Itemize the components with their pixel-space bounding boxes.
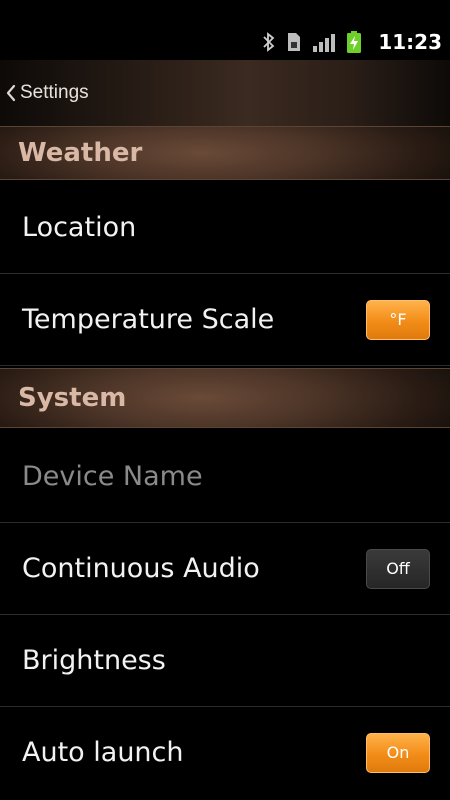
setting-label: Continuous Audio bbox=[22, 553, 260, 584]
section-label: Weather bbox=[18, 138, 143, 168]
auto-launch-toggle[interactable]: On bbox=[366, 732, 430, 773]
continuous-audio-toggle[interactable]: Off bbox=[366, 548, 430, 589]
setting-label: Temperature Scale bbox=[22, 304, 275, 335]
setting-label: Location bbox=[22, 212, 137, 243]
setting-row-device-name[interactable]: Device Name bbox=[0, 431, 450, 523]
status-bar: 11:23 bbox=[0, 0, 450, 60]
setting-label: Auto launch bbox=[22, 737, 184, 768]
signal-strength-icon bbox=[312, 31, 336, 53]
status-icons: 11:23 bbox=[262, 28, 442, 56]
chevron-left-icon[interactable] bbox=[6, 84, 16, 102]
sim-card-icon bbox=[286, 31, 302, 53]
bluetooth-icon bbox=[262, 32, 276, 52]
temperature-scale-toggle[interactable]: °F bbox=[366, 299, 430, 340]
back-bar[interactable]: Settings bbox=[0, 60, 450, 127]
back-label[interactable]: Settings bbox=[20, 82, 89, 104]
setting-label: Brightness bbox=[22, 645, 166, 676]
section-header-system: System bbox=[0, 368, 450, 428]
status-clock: 11:23 bbox=[378, 30, 442, 54]
settings-screen: 11:23 Settings Weather Location Temperat… bbox=[0, 0, 450, 800]
setting-row-location[interactable]: Location bbox=[0, 182, 450, 274]
setting-row-continuous-audio[interactable]: Continuous Audio Off bbox=[0, 523, 450, 615]
battery-charging-icon bbox=[346, 30, 362, 54]
setting-label: Device Name bbox=[22, 461, 203, 492]
section-header-weather: Weather bbox=[0, 126, 450, 180]
setting-row-temperature-scale[interactable]: Temperature Scale °F bbox=[0, 274, 450, 366]
section-label: System bbox=[18, 383, 127, 413]
setting-row-brightness[interactable]: Brightness bbox=[0, 615, 450, 707]
setting-row-auto-launch[interactable]: Auto launch On bbox=[0, 707, 450, 798]
